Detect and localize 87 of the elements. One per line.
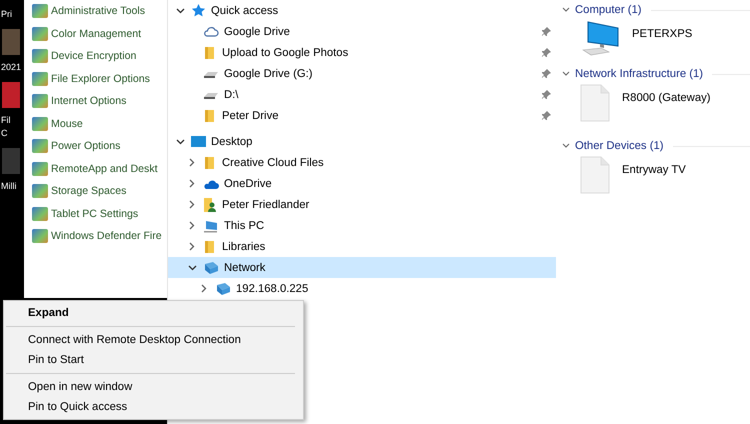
tree-item[interactable]: Quick access xyxy=(168,0,556,21)
applet-link[interactable]: Windows Defender Fire xyxy=(51,230,162,242)
menu-item[interactable]: Pin to Start xyxy=(4,350,303,370)
cloud-icon xyxy=(203,178,219,190)
menu-item[interactable]: Expand xyxy=(4,303,303,323)
applet-link[interactable]: Internet Options xyxy=(51,95,126,108)
tree-item-label: Quick access xyxy=(211,4,278,16)
group-header[interactable]: Network Infrastructure (1) xyxy=(575,68,704,80)
desktop-icon-label: Milli xyxy=(1,180,18,193)
tree-item[interactable]: Upload to Google Photos xyxy=(168,42,556,63)
device-label[interactable]: Entryway TV xyxy=(622,164,686,176)
network-icon xyxy=(203,260,219,274)
tree-item[interactable]: Google Drive (G:) xyxy=(168,63,556,84)
applet-icon xyxy=(32,4,48,18)
tree-item[interactable]: Network xyxy=(168,257,556,278)
tree-item[interactable]: D:\ xyxy=(168,84,556,105)
desktop-icon-label: C xyxy=(1,127,8,140)
applet-icon xyxy=(32,206,48,221)
tree-item[interactable]: OneDrive xyxy=(168,173,556,194)
tree-item-label: Peter Drive xyxy=(222,110,279,122)
folder-icon xyxy=(203,108,217,122)
tree-item-label: D:\ xyxy=(224,88,238,100)
tree-item[interactable]: 192.168.0.225 xyxy=(168,278,556,299)
tree-item-label: Libraries xyxy=(222,240,266,252)
tree-item-label: Upload to Google Photos xyxy=(222,46,348,58)
chevron-down-icon[interactable] xyxy=(562,71,570,77)
user-icon xyxy=(203,196,217,212)
applet-link[interactable]: File Explorer Options xyxy=(51,72,150,85)
tree-item[interactable]: Peter Drive xyxy=(168,105,556,126)
applet-icon xyxy=(32,49,48,64)
tree-item-label: Google Drive (G:) xyxy=(224,68,313,80)
device-label[interactable]: PETERXPS xyxy=(632,28,692,40)
applet-link[interactable]: Administrative Tools xyxy=(51,5,146,18)
chevron-down-icon[interactable] xyxy=(186,264,198,270)
tree-item-label: 192.168.0.225 xyxy=(236,282,308,294)
chevron-down-icon[interactable] xyxy=(174,138,186,144)
menu-item[interactable]: Connect with Remote Desktop Connection xyxy=(4,330,303,350)
tree-item[interactable]: Creative Cloud Files xyxy=(168,152,556,173)
tree-item-label: OneDrive xyxy=(224,178,272,190)
menu-item[interactable]: Pin to Quick access xyxy=(4,397,303,417)
tree-item-label: This PC xyxy=(224,220,264,232)
star-icon xyxy=(191,3,206,18)
applet-link[interactable]: Color Management xyxy=(51,28,142,40)
computer-icon xyxy=(580,20,620,56)
tree-item[interactable]: Peter Friedlander xyxy=(168,194,556,215)
folder-icon xyxy=(203,46,217,60)
applet-icon xyxy=(32,184,48,198)
applet-icon xyxy=(32,139,48,154)
applet-link[interactable]: Mouse xyxy=(51,118,83,130)
menu-item[interactable]: Open in new window xyxy=(4,377,303,397)
group-header[interactable]: Computer (1) xyxy=(575,4,642,16)
applet-icon xyxy=(32,72,48,86)
applet-link[interactable]: Storage Spaces xyxy=(51,185,126,198)
applet-link[interactable]: Tablet PC Settings xyxy=(51,208,138,220)
folder-icon xyxy=(203,156,217,170)
network-icon xyxy=(215,282,231,296)
tree-item-label: Google Drive xyxy=(224,26,290,38)
applet-icon xyxy=(32,116,48,131)
tree-item-label: Creative Cloud Files xyxy=(222,156,324,168)
group-header[interactable]: Other Devices (1) xyxy=(575,140,664,152)
desktop-icon-label: Fil xyxy=(1,114,12,127)
applet-link[interactable]: Device Encryption xyxy=(51,50,136,62)
desktop-icon xyxy=(191,135,206,148)
chevron-down-icon[interactable] xyxy=(562,143,570,149)
tree-item-label: Desktop xyxy=(211,136,252,148)
tree-item[interactable]: Google Drive xyxy=(168,21,556,42)
file-icon xyxy=(580,84,610,122)
cloud-outline-icon xyxy=(203,24,219,38)
device-label[interactable]: R8000 (Gateway) xyxy=(622,92,711,104)
applet-icon xyxy=(32,162,48,176)
tree-item[interactable]: This PC xyxy=(168,215,556,236)
folder-icon xyxy=(203,240,217,254)
desktop-icon-label: 2021 xyxy=(1,61,22,74)
pc-icon xyxy=(203,218,219,232)
tree-item[interactable]: Libraries xyxy=(168,236,556,257)
tree-item-label: Peter Friedlander xyxy=(222,198,310,210)
file-icon xyxy=(580,156,610,194)
desktop-icon-label: Pri xyxy=(1,8,13,21)
chevron-down-icon[interactable] xyxy=(174,8,186,14)
tree-item[interactable]: Desktop xyxy=(168,131,556,152)
applet-link[interactable]: RemoteApp and Deskt xyxy=(51,162,158,175)
chevron-down-icon[interactable] xyxy=(562,7,570,13)
applet-link[interactable]: Power Options xyxy=(51,140,120,152)
applet-icon xyxy=(32,94,48,108)
tree-item-label: Network xyxy=(224,262,266,274)
applet-icon xyxy=(32,229,48,244)
applet-icon xyxy=(32,26,48,41)
